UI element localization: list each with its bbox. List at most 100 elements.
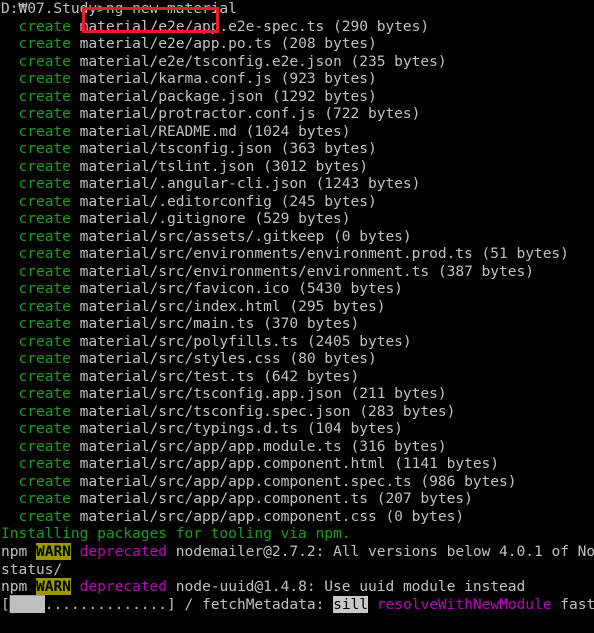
create-file-path: material/src/index.html [79, 297, 281, 315]
create-file-size: (363 bytes) [280, 140, 377, 158]
create-file-size: (722 bytes) [324, 105, 421, 123]
create-file-path: material/e2e/app.e2e-spec.ts [79, 17, 325, 35]
terminal-window[interactable]: D:₩07.Study>ng new material create mater… [0, 0, 594, 633]
create-file-line: create material/src/tsconfig.app.json (2… [0, 385, 594, 403]
create-label: create [18, 157, 71, 175]
create-file-path: material/protractor.conf.js [79, 105, 316, 123]
create-file-line: create material/src/typings.d.ts (104 by… [0, 420, 594, 438]
create-file-line: create material/protractor.conf.js (722 … [0, 105, 594, 123]
create-file-size: (529 bytes) [254, 210, 351, 228]
sill-badge: sill [333, 595, 369, 613]
create-file-line: create material/src/polyfills.ts (2405 b… [0, 333, 594, 351]
progress-package: fast-json-s [560, 595, 594, 613]
progress-phase: fetchMetadata: [202, 595, 325, 613]
create-file-path: material/src/app/app.component.ts [79, 490, 368, 508]
installing-message: Installing packages for tooling via npm. [1, 525, 351, 543]
create-file-path: material/src/assets/.gitkeep [79, 227, 325, 245]
create-label: create [18, 437, 71, 455]
prompt-path: D:₩07.Study [1, 0, 98, 17]
create-file-size: (80 bytes) [289, 350, 377, 368]
create-label: create [18, 70, 71, 88]
progress-spinner: / [184, 595, 194, 613]
warn-wrapped-line: status/ [0, 561, 594, 579]
create-file-path: material/package.json [79, 87, 264, 105]
warn-message: node-uuid@1.4.8: Use uuid module instead [175, 578, 526, 596]
create-file-size: (1141 bytes) [394, 455, 500, 473]
warn-level: deprecated [79, 542, 168, 560]
create-file-size: (0 bytes) [333, 227, 412, 245]
create-file-size: (2405 bytes) [306, 332, 412, 350]
create-file-line: create material/package.json (1292 bytes… [0, 88, 594, 106]
warn-badge: WARN [35, 578, 71, 596]
create-label: create [18, 262, 71, 280]
create-file-path: material/src/styles.css [79, 350, 281, 368]
create-file-size: (387 bytes) [437, 262, 534, 280]
create-file-path: material/tsconfig.json [79, 140, 272, 158]
create-file-path: material/README.md [79, 122, 237, 140]
create-label: create [18, 105, 71, 123]
create-file-size: (1243 bytes) [315, 175, 421, 193]
create-file-line: create material/src/main.ts (370 bytes) [0, 315, 594, 333]
create-file-line: create material/src/test.ts (642 bytes) [0, 368, 594, 386]
npm-warning-line: npm WARN deprecated nodemailer@2.7.2: Al… [0, 542, 594, 561]
create-label: create [18, 332, 71, 350]
create-label: create [18, 472, 71, 490]
create-label: create [18, 297, 71, 315]
create-file-path: material/src/typings.d.ts [79, 420, 299, 438]
create-file-size: (104 bytes) [306, 420, 403, 438]
create-file-size: (211 bytes) [350, 385, 447, 403]
create-file-line: create material/e2e/app.e2e-spec.ts (290… [0, 18, 594, 36]
create-file-path: material/src/polyfills.ts [79, 332, 299, 350]
create-file-size: (5430 bytes) [298, 280, 403, 298]
create-file-size: (290 bytes) [333, 17, 430, 35]
create-label: create [18, 367, 71, 385]
create-file-path: material/.angular-cli.json [79, 175, 307, 193]
npm-prefix: npm [1, 578, 28, 596]
create-file-path: material/src/tsconfig.spec.json [79, 402, 351, 420]
create-file-line: create material/src/index.html (295 byte… [0, 298, 594, 316]
warn-level: deprecated [79, 578, 168, 596]
prompt-line: D:₩07.Study>ng new material [0, 0, 594, 18]
create-file-line: create material/README.md (1024 bytes) [0, 123, 594, 141]
create-file-size: (283 bytes) [359, 402, 456, 420]
create-file-path: material/tslint.json [79, 157, 255, 175]
create-file-size: (923 bytes) [280, 70, 377, 88]
progress-bar-empty: .............. [44, 595, 168, 613]
create-label: create [18, 122, 71, 140]
create-file-size: (245 bytes) [280, 192, 377, 210]
warn-badge: WARN [35, 542, 71, 560]
create-label: create [18, 17, 71, 35]
create-file-path: material/src/favicon.ico [79, 280, 290, 298]
create-file-path: material/src/tsconfig.app.json [79, 385, 342, 403]
create-file-line: create material/src/app/app.component.cs… [0, 508, 594, 526]
create-file-line: create material/.gitignore (529 bytes) [0, 210, 594, 228]
create-label: create [18, 315, 71, 333]
create-file-size: (51 bytes) [481, 245, 569, 263]
create-file-line: create material/src/environments/environ… [0, 245, 594, 263]
npm-prefix: npm [1, 542, 28, 560]
create-file-size: (235 bytes) [350, 52, 447, 70]
create-file-line: create material/src/app/app.component.ts… [0, 490, 594, 508]
create-label: create [18, 52, 71, 70]
create-file-line: create material/.editorconfig (245 bytes… [0, 193, 594, 211]
create-label: create [18, 350, 71, 368]
prompt-symbol: > [97, 0, 106, 17]
create-file-path: material/e2e/app.po.ts [79, 35, 272, 53]
create-file-path: material/src/test.ts [79, 367, 255, 385]
create-file-path: material/src/environments/environment.pr… [79, 245, 473, 263]
create-file-path: material/src/main.ts [79, 315, 255, 333]
create-file-path: material/src/app/app.component.spec.ts [79, 472, 412, 490]
create-file-size: (1024 bytes) [245, 122, 351, 140]
create-file-path: material/.editorconfig [79, 192, 272, 210]
progress-bracket-close: ] [167, 595, 176, 613]
create-file-line: create material/e2e/tsconfig.e2e.json (2… [0, 53, 594, 71]
create-file-size: (3012 bytes) [263, 157, 368, 175]
create-label: create [18, 402, 71, 420]
create-label: create [18, 455, 71, 473]
create-label: create [18, 87, 71, 105]
create-file-line: create material/karma.conf.js (923 bytes… [0, 70, 594, 88]
create-file-size: (208 bytes) [280, 35, 377, 53]
progress-line: [████..............] / fetchMetadata: si… [0, 595, 594, 614]
npm-warnings-list: npm WARN deprecated nodemailer@2.7.2: Al… [0, 542, 594, 596]
create-file-line: create material/tsconfig.json (363 bytes… [0, 140, 594, 158]
